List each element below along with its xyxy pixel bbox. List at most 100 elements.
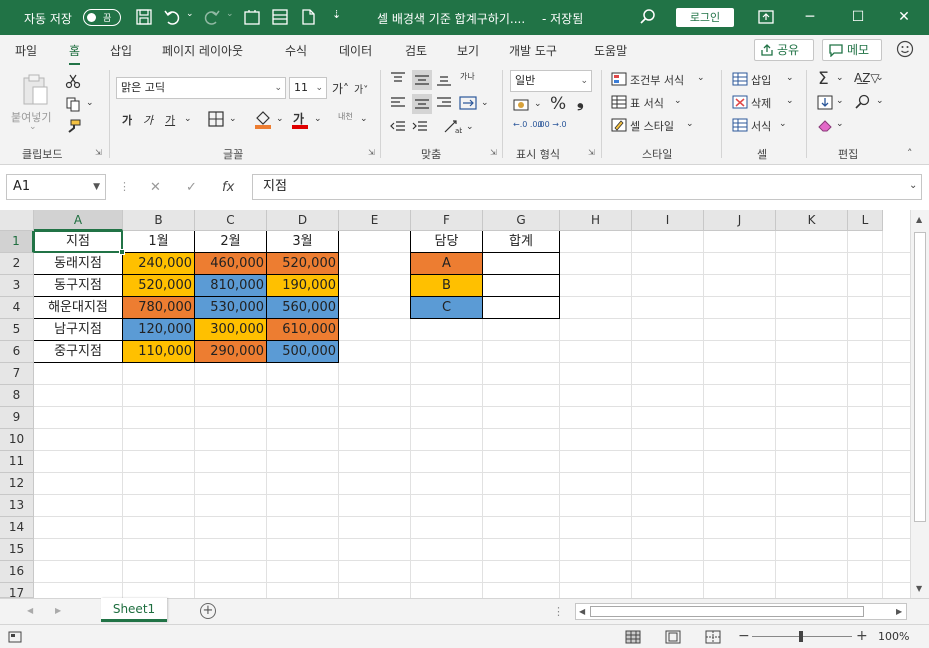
- align-top-icon[interactable]: [390, 72, 406, 86]
- underline-icon[interactable]: 가: [165, 112, 175, 128]
- scroll-right-icon[interactable]: ▶: [896, 607, 902, 616]
- save-icon[interactable]: [135, 8, 153, 26]
- conditional-format-dropdown-icon[interactable]: ⌄: [697, 73, 705, 83]
- ribbon-display-icon[interactable]: [757, 8, 775, 26]
- value-cell[interactable]: 240,000: [122, 252, 195, 275]
- clear-icon[interactable]: [817, 118, 833, 133]
- font-size-combo[interactable]: 11 ⌄: [289, 77, 327, 99]
- format-cells-icon[interactable]: [732, 118, 748, 132]
- row-header-17[interactable]: 17: [0, 583, 34, 600]
- decrease-decimal-icon[interactable]: .00 →.0: [537, 120, 567, 129]
- align-center-icon[interactable]: [412, 94, 432, 114]
- maximize-button[interactable]: ☐: [847, 7, 869, 27]
- value-cell[interactable]: 190,000: [266, 274, 339, 297]
- summary-total-cell[interactable]: [482, 274, 560, 297]
- branch-cell[interactable]: 남구지점: [34, 318, 123, 341]
- column-header-b[interactable]: B: [123, 210, 195, 231]
- branch-cell[interactable]: 동구지점: [34, 274, 123, 297]
- copy-dropdown-icon[interactable]: ⌄: [86, 98, 94, 108]
- branch-cell[interactable]: 동래지점: [34, 252, 123, 275]
- normal-view-icon[interactable]: [625, 630, 641, 644]
- value-cell[interactable]: 560,000: [266, 296, 339, 319]
- align-right-icon[interactable]: [436, 96, 452, 110]
- search-icon[interactable]: [639, 8, 657, 26]
- column-header-j[interactable]: J: [704, 210, 776, 231]
- value-cell[interactable]: 810,000: [194, 274, 267, 297]
- cell-styles-label[interactable]: 셀 스타일: [630, 118, 674, 134]
- branch-cell[interactable]: 해운대지점: [34, 296, 123, 319]
- column-header-a[interactable]: A: [34, 210, 123, 231]
- select-all-corner[interactable]: [0, 210, 34, 231]
- delete-cells-dropdown-icon[interactable]: ⌄: [786, 96, 794, 106]
- vertical-scroll-thumb[interactable]: [914, 232, 926, 522]
- format-painter-icon[interactable]: [65, 119, 81, 135]
- font-launcher-icon[interactable]: ⇲: [368, 148, 375, 157]
- table-header-cell[interactable]: 2월: [194, 231, 267, 253]
- row-header-5[interactable]: 5: [0, 319, 34, 341]
- column-header-d[interactable]: D: [267, 210, 339, 231]
- summary-label-cell[interactable]: B: [410, 274, 483, 297]
- macro-record-icon[interactable]: [8, 631, 22, 643]
- worksheet-grid[interactable]: 지점 1월 2월 3월 동래지점 240,000 460,000 520,000 동구지점 520…: [34, 231, 910, 598]
- horizontal-scroll-thumb[interactable]: [590, 606, 864, 617]
- fill-dropdown-icon[interactable]: ⌄: [836, 96, 844, 106]
- page-break-view-icon[interactable]: [705, 630, 721, 644]
- percent-icon[interactable]: %: [550, 94, 566, 114]
- value-cell[interactable]: 500,000: [266, 340, 339, 363]
- summary-label-cell[interactable]: A: [410, 252, 483, 275]
- delete-cells-icon[interactable]: [732, 95, 748, 109]
- copy-icon[interactable]: [65, 96, 81, 112]
- value-cell[interactable]: 120,000: [122, 318, 195, 341]
- autosum-icon[interactable]: Σ: [818, 69, 829, 89]
- collapse-ribbon-icon[interactable]: ˄: [907, 147, 913, 160]
- next-sheet-icon[interactable]: ▶: [55, 606, 61, 615]
- table-header-cell[interactable]: 지점: [34, 231, 123, 253]
- format-as-table-dropdown-icon[interactable]: ⌄: [674, 96, 682, 106]
- value-cell[interactable]: 530,000: [194, 296, 267, 319]
- add-sheet-icon[interactable]: +: [200, 603, 216, 619]
- conditional-format-label[interactable]: 조건부 서식: [630, 72, 684, 88]
- format-cells-dropdown-icon[interactable]: ⌄: [779, 119, 787, 129]
- find-select-dropdown-icon[interactable]: ⌄: [876, 96, 884, 106]
- summary-label-cell[interactable]: C: [410, 296, 483, 319]
- column-header-f[interactable]: F: [411, 210, 483, 231]
- value-cell[interactable]: 290,000: [194, 340, 267, 363]
- row-header-16[interactable]: 16: [0, 561, 34, 583]
- row-header-11[interactable]: 11: [0, 451, 34, 473]
- summary-header-cell[interactable]: 담당: [410, 231, 483, 253]
- row-header-13[interactable]: 13: [0, 495, 34, 517]
- row-header-9[interactable]: 9: [0, 407, 34, 429]
- undo-icon[interactable]: [163, 8, 181, 26]
- borders-icon[interactable]: [208, 111, 224, 127]
- alignment-launcher-icon[interactable]: ⇲: [490, 148, 497, 157]
- tab-review[interactable]: 검토: [405, 42, 427, 59]
- cell-styles-icon[interactable]: [611, 118, 627, 132]
- insert-function-icon[interactable]: fx: [222, 180, 234, 195]
- clipboard-launcher-icon[interactable]: ⇲: [95, 148, 102, 157]
- column-header-k[interactable]: K: [776, 210, 848, 231]
- row-header-8[interactable]: 8: [0, 385, 34, 407]
- format-as-table-icon[interactable]: [611, 95, 627, 109]
- currency-dropdown-icon[interactable]: ⌄: [534, 99, 542, 109]
- new-document-icon[interactable]: [299, 8, 317, 26]
- tab-file[interactable]: 파일: [15, 42, 37, 59]
- row-header-14[interactable]: 14: [0, 517, 34, 539]
- share-button[interactable]: 공유: [754, 39, 814, 61]
- increase-indent-icon[interactable]: [412, 120, 428, 134]
- horizontal-scrollbar[interactable]: ◀ ▶: [575, 603, 907, 620]
- row-header-10[interactable]: 10: [0, 429, 34, 451]
- column-header-g[interactable]: G: [483, 210, 560, 231]
- column-header-l[interactable]: L: [848, 210, 883, 231]
- tab-formulas[interactable]: 수식: [285, 42, 307, 59]
- merge-center-icon[interactable]: [459, 95, 477, 111]
- row-header-1[interactable]: 1: [0, 231, 34, 253]
- borders-dropdown-icon[interactable]: ⌄: [229, 114, 237, 124]
- row-header-15[interactable]: 15: [0, 539, 34, 561]
- tab-help[interactable]: 도움말: [594, 42, 627, 59]
- format-cells-label[interactable]: 서식: [751, 118, 771, 134]
- value-cell[interactable]: 520,000: [266, 252, 339, 275]
- paste-dropdown-icon[interactable]: ⌄: [29, 122, 37, 132]
- vertical-scrollbar[interactable]: ▲ ▼: [910, 210, 929, 598]
- sheet-tab-sheet1[interactable]: Sheet1: [101, 598, 167, 622]
- fill-icon[interactable]: [817, 95, 833, 110]
